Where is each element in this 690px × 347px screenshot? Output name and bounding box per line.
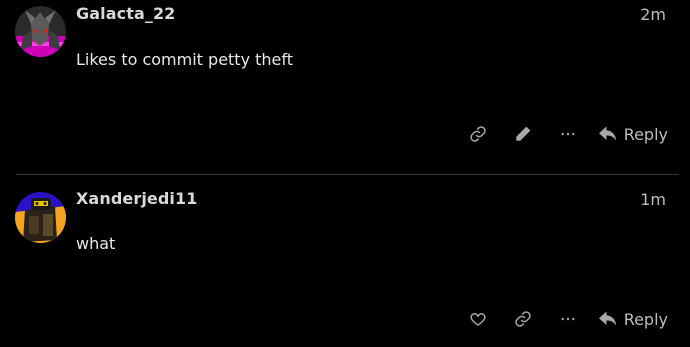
reply-button[interactable]: Reply [598,119,668,149]
reply-label: Reply [623,309,668,329]
avatar-image [15,192,66,243]
post-timestamp[interactable]: 1m [640,190,666,209]
post-galacta: Galacta_22 2m Likes to commit petty thef… [0,0,690,174]
heart-icon [470,313,486,326]
more-button[interactable] [546,119,591,149]
copy-link-button[interactable] [456,119,501,149]
more-icon [561,317,575,321]
reply-label: Reply [623,124,668,144]
reply-button[interactable]: Reply [598,304,668,334]
avatar[interactable] [15,192,66,243]
copy-link-button[interactable] [501,304,546,334]
more-button[interactable] [546,304,591,334]
link-icon [470,126,486,142]
reply-icon [598,126,616,141]
avatar-image [15,6,66,57]
post-body: Likes to commit petty theft [76,50,294,69]
link-icon [515,311,531,327]
username[interactable]: Galacta_22 [76,4,175,23]
post-body: what [76,234,116,253]
avatar[interactable] [15,6,66,57]
post-xanderjedi: Xanderjedi11 1m what Reply [0,176,690,347]
more-icon [561,132,575,136]
post-actions: Reply [456,304,668,334]
post-divider [16,174,679,175]
username[interactable]: Xanderjedi11 [76,189,197,208]
reply-icon [598,311,616,326]
post-timestamp[interactable]: 2m [640,5,666,24]
post-actions: Reply [456,119,668,149]
edit-icon [516,126,531,141]
like-button[interactable] [456,304,501,334]
edit-button[interactable] [501,119,546,149]
